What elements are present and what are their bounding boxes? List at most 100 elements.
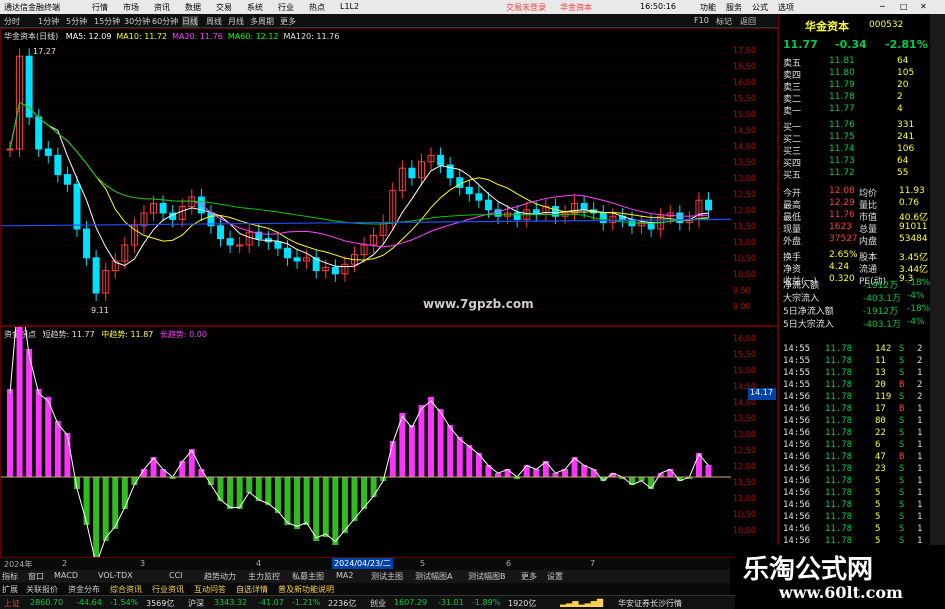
menu-xitong[interactable]: 系统	[247, 2, 263, 13]
minimize-button[interactable]: ─	[880, 2, 885, 11]
stat-label-a-4: 外盘	[783, 237, 802, 247]
side-toolbar[interactable]	[930, 14, 945, 609]
candle-body	[73, 183, 81, 230]
period-1min[interactable]: 1分钟	[38, 16, 59, 27]
tick-count-14: 1	[917, 512, 923, 522]
tick-price-12: 11.78	[825, 488, 853, 498]
tab-0[interactable]: 指标	[2, 571, 18, 582]
ask-vol-4: 4	[897, 104, 903, 114]
period-weekly[interactable]: 周线	[206, 16, 222, 27]
indicator-bar	[533, 469, 540, 477]
menu-redian[interactable]: 热点	[309, 2, 325, 13]
sz-label[interactable]: 沪深	[188, 598, 204, 609]
info-tab-6[interactable]: 自选详情	[236, 584, 268, 595]
flow-pct-0: -18%	[907, 278, 931, 288]
ask-price-2: 11.79	[829, 80, 855, 90]
tick-side-13: S	[899, 500, 905, 510]
info-tab-1[interactable]: 关联报价	[26, 584, 58, 595]
indicator-bar	[93, 477, 100, 557]
tab-4[interactable]: CCI	[169, 571, 183, 580]
menu-hangqing[interactable]: 行情	[92, 2, 108, 13]
menu-xuanxiang[interactable]: 选项	[778, 2, 794, 13]
tab-5[interactable]: 趋势动力	[204, 571, 236, 582]
info-tab-3[interactable]: 综合资讯	[110, 584, 142, 595]
stat2-val-a-1: 4.24	[829, 262, 850, 272]
flow-label-3: 5日大宗流入	[783, 320, 834, 330]
main-ytick-4: 15.00	[733, 110, 756, 119]
tab-7[interactable]: 私募主图	[292, 571, 324, 582]
cy-label[interactable]: 创业	[370, 598, 386, 609]
tick-count-15: 1	[917, 524, 923, 534]
f10-button[interactable]: F10	[694, 16, 709, 25]
period-15min[interactable]: 15分钟	[94, 16, 120, 27]
tick-count-4: 2	[917, 392, 923, 402]
tab-3[interactable]: VOL-TDX	[98, 571, 133, 580]
period-5min[interactable]: 5分钟	[66, 16, 87, 27]
indicator-bar	[303, 477, 310, 525]
menu-shichang[interactable]: 市场	[123, 2, 139, 13]
candle-body	[705, 199, 713, 211]
main-ytick-3: 15.50	[733, 94, 756, 103]
tick-vol-4: 119	[875, 392, 892, 402]
period-more[interactable]: 更多	[280, 16, 296, 27]
menu-gongshi[interactable]: 公式	[752, 2, 768, 13]
date-month-7: 7	[590, 559, 596, 568]
tab-1[interactable]: 窗口	[28, 571, 44, 582]
period-monthly[interactable]: 月线	[228, 16, 244, 27]
close-button[interactable]: ✕	[920, 2, 927, 11]
period-fenshi[interactable]: 分时	[4, 16, 20, 27]
menu-zixun[interactable]: 资讯	[154, 2, 170, 13]
tick-count-1: 2	[917, 356, 923, 366]
tick-vol-6: 80	[875, 416, 886, 426]
candle-body	[44, 148, 52, 156]
menu-gongneng[interactable]: 功能	[700, 2, 716, 13]
info-tab-4[interactable]: 行业资讯	[152, 584, 184, 595]
flow-label-1: 大宗流入	[783, 294, 820, 304]
period-30min[interactable]: 30分钟	[124, 16, 150, 27]
info-tab-0[interactable]: 扩展	[2, 584, 18, 595]
tab-6[interactable]: 主力监控	[248, 571, 280, 582]
mark-button[interactable]: 标记	[716, 16, 732, 27]
menu-shuju[interactable]: 数据	[185, 2, 201, 13]
sz-amount: 2236亿	[328, 599, 357, 608]
tick-time-4: 14:56	[783, 392, 811, 402]
maximize-button[interactable]: □	[900, 2, 908, 11]
tab-2[interactable]: MACD	[54, 571, 78, 580]
period-daily[interactable]: 日线	[182, 16, 198, 27]
tick-side-0: S	[899, 344, 905, 354]
info-tab-7[interactable]: 普及新功能说明	[278, 584, 334, 595]
stat2-val-a-0: 2.65%	[829, 250, 858, 260]
site-logo: 乐淘公式网 www.60lt.com	[735, 545, 945, 609]
indicator-chart[interactable]: 资金拐点 短趋势: 11.77 中趋势: 11.87 长趋势: 0.00	[0, 326, 778, 558]
period-multi[interactable]: 多周期	[250, 16, 274, 27]
ask-vol-2: 20	[897, 80, 909, 90]
menu-jiaoyi[interactable]: 交易	[216, 2, 232, 13]
sz-value: 3343.32	[214, 598, 248, 607]
tick-count-9: 1	[917, 452, 923, 462]
menu-hangye[interactable]: 行业	[278, 2, 294, 13]
stat2-val-a-2: 0.320	[829, 274, 855, 284]
tick-price-2: 11.78	[825, 368, 853, 378]
menu-fuwu[interactable]: 服务	[726, 2, 742, 13]
tab-9[interactable]: 测试主图	[371, 571, 403, 582]
sh-label[interactable]: 上证	[4, 598, 20, 609]
main-kline-chart[interactable]: 华金资本(日线) MA5: 12.09 MA10: 11.72 MA20: 11.7…	[0, 28, 778, 326]
tab-8[interactable]: MA2	[336, 571, 353, 580]
indicator-canvas	[1, 327, 731, 557]
period-60min[interactable]: 60分钟	[152, 16, 178, 27]
info-tab-5[interactable]: 互动问答	[194, 584, 226, 595]
login-status[interactable]: 交易未登录	[506, 2, 546, 13]
tab-12[interactable]: 更多	[521, 571, 537, 582]
tick-time-10: 14:56	[783, 464, 811, 474]
sub-ytick-12: 10.00	[733, 526, 756, 535]
tab-13[interactable]: 设置	[547, 571, 563, 582]
tab-11[interactable]: 测试幅图B	[468, 571, 506, 582]
sub-ytick-6: 13.00	[733, 430, 756, 439]
indicator-bar	[428, 397, 435, 477]
menu-l1l2[interactable]: L1L2	[340, 2, 359, 11]
info-tab-2[interactable]: 资金分布	[68, 584, 100, 595]
back-button[interactable]: 返回	[740, 16, 756, 27]
tab-10[interactable]: 测试幅图A	[415, 571, 452, 582]
sub-ytick-10: 11.00	[733, 494, 756, 503]
main-ytick-12: 11.00	[733, 238, 756, 247]
